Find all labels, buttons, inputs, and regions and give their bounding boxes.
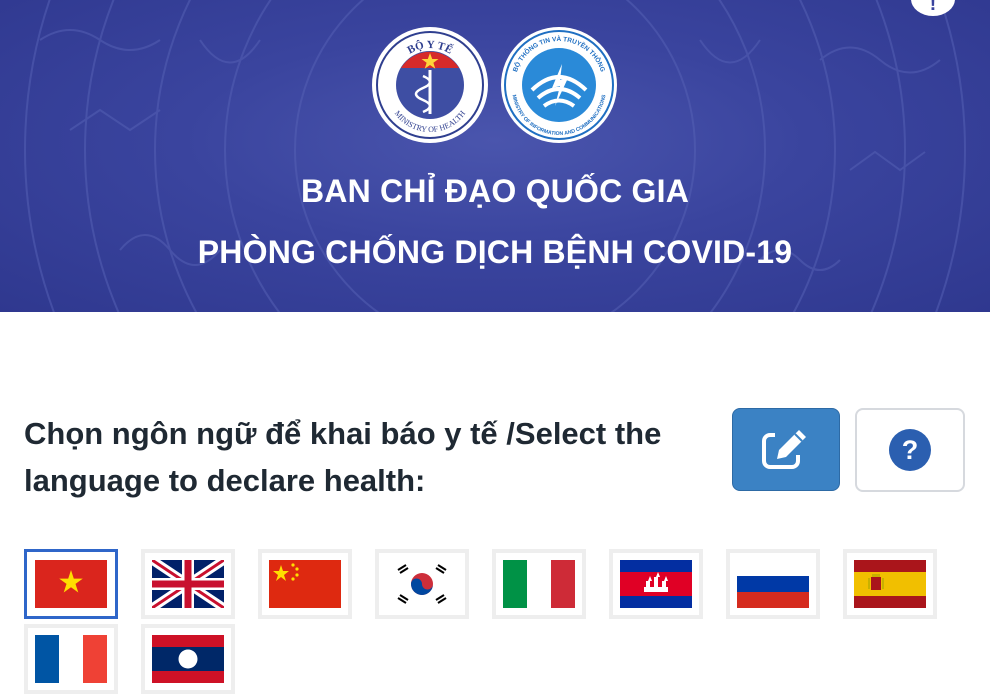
- south-korea-flag-icon: [386, 560, 458, 608]
- cambodia-flag-icon: [620, 560, 692, 608]
- language-italian[interactable]: [492, 549, 586, 619]
- language-prompt: Chọn ngôn ngữ để khai báo y tế /Select t…: [24, 416, 662, 498]
- china-flag-icon: [269, 560, 341, 608]
- header-banner: ! BỘ Y TẾ MINISTRY OF HEALTH BỘ THÔNG TI…: [0, 0, 990, 312]
- language-chinese[interactable]: [258, 549, 352, 619]
- language-korean[interactable]: [375, 549, 469, 619]
- ministry-of-information-logo: BỘ THÔNG TIN VÀ TRUYỀN THÔNG MINISTRY OF…: [501, 27, 617, 143]
- banner-title-line-1: BAN CHỈ ĐẠO QUỐC GIA: [301, 173, 689, 209]
- laos-flag-icon: [152, 635, 224, 683]
- info-icon: !: [929, 0, 937, 15]
- language-english[interactable]: [141, 549, 235, 619]
- ministry-of-health-logo: BỘ Y TẾ MINISTRY OF HEALTH: [372, 27, 488, 143]
- vietnam-flag-icon: [35, 560, 107, 608]
- russia-flag-icon: [737, 560, 809, 608]
- uk-flag-icon: [152, 560, 224, 608]
- language-spanish[interactable]: [843, 549, 937, 619]
- banner-title-line-2: PHÒNG CHỐNG DỊCH BỆNH COVID-19: [197, 234, 793, 270]
- france-flag-icon: [35, 635, 107, 683]
- spain-flag-icon: [854, 560, 926, 608]
- language-russian[interactable]: [726, 549, 820, 619]
- language-khmer[interactable]: [609, 549, 703, 619]
- svg-text:?: ?: [902, 435, 919, 465]
- italy-flag-icon: [503, 560, 575, 608]
- declare-button[interactable]: [732, 408, 840, 491]
- help-button[interactable]: ?: [855, 408, 965, 492]
- question-circle-icon: ?: [889, 429, 931, 471]
- language-vietnamese[interactable]: [24, 549, 118, 619]
- language-lao[interactable]: [141, 624, 235, 694]
- language-french[interactable]: [24, 624, 118, 694]
- edit-icon: [762, 428, 811, 469]
